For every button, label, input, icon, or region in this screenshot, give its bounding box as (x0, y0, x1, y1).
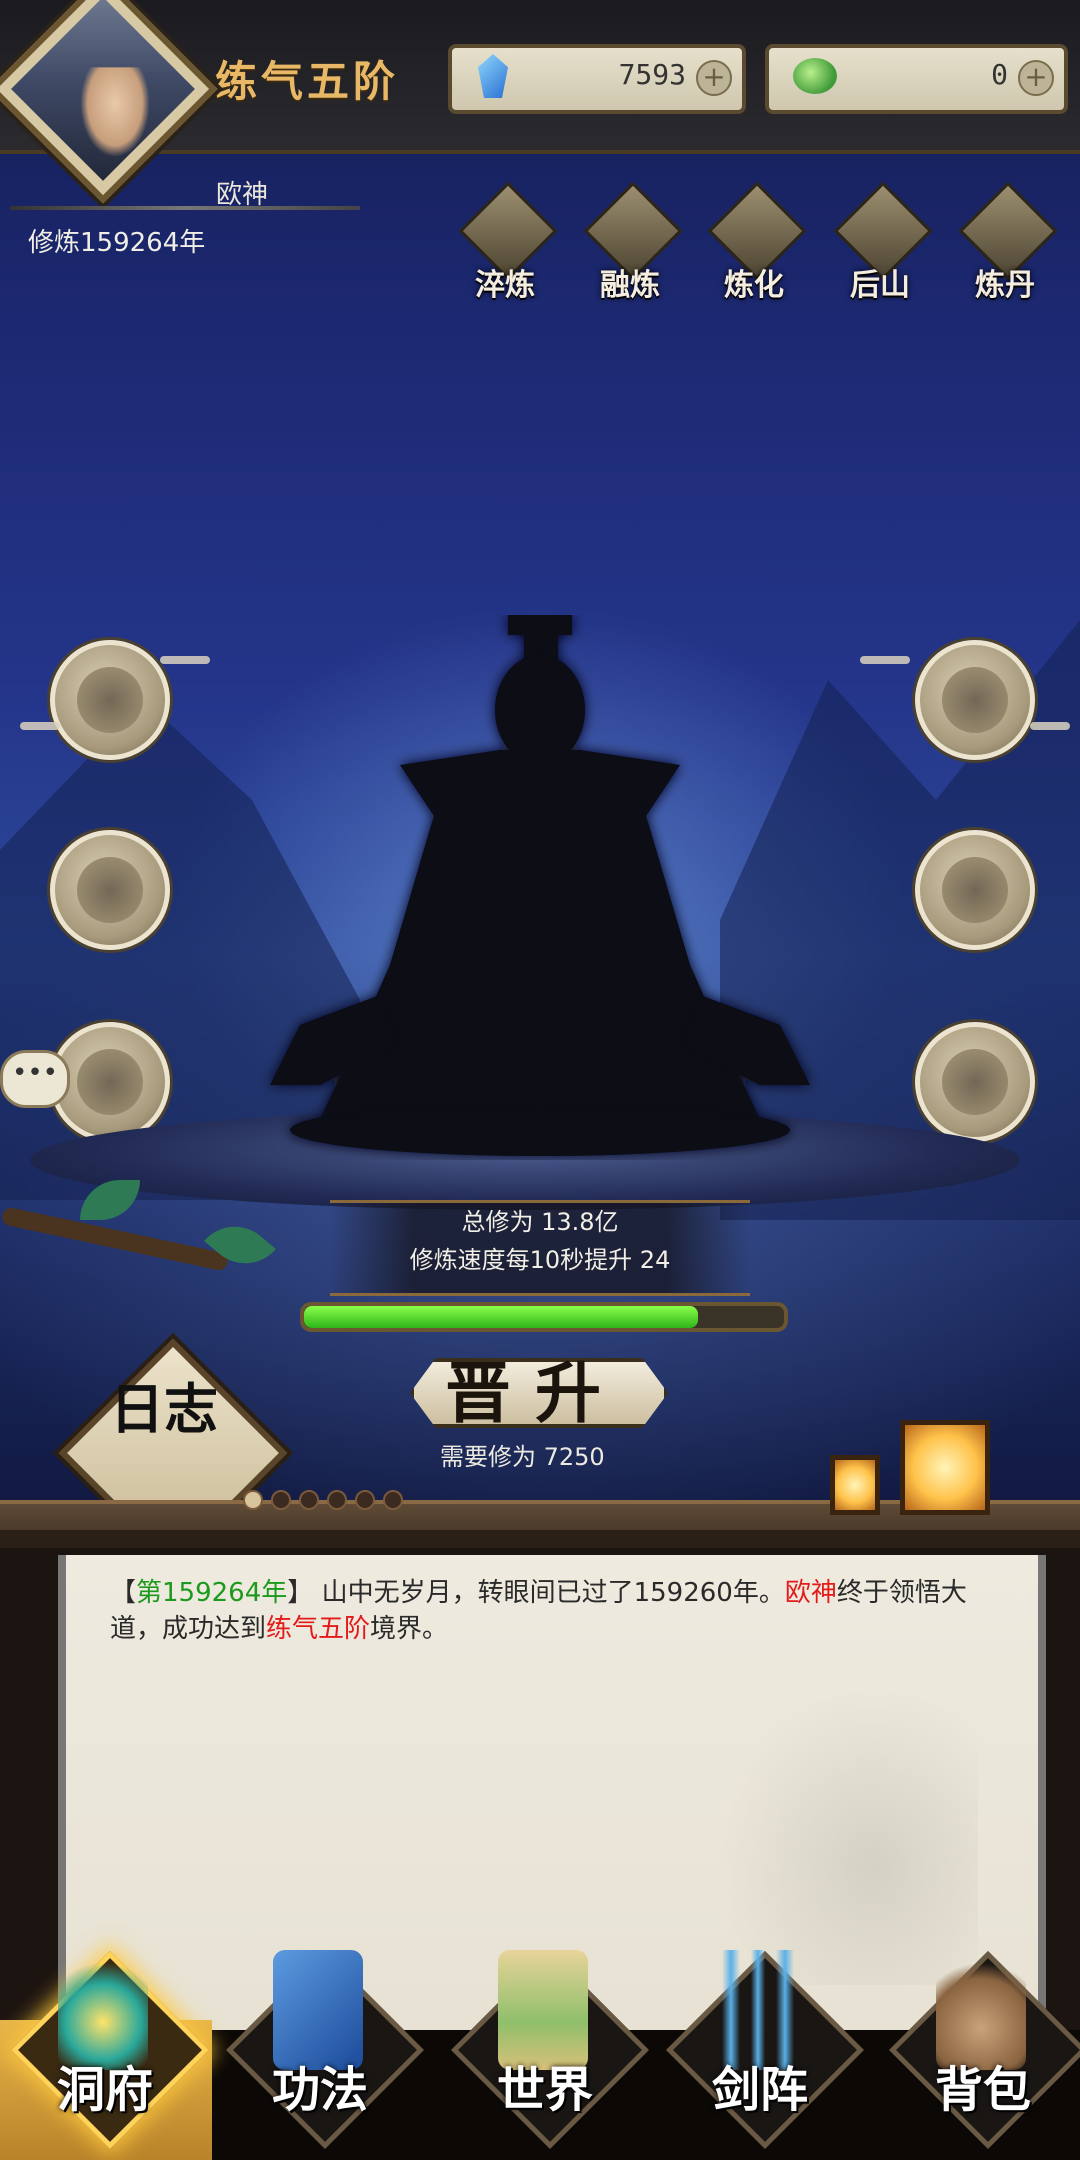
nav-item-dongfu[interactable]: 洞府 (0, 1920, 209, 2149)
nav-item-shijie[interactable]: 世界 (440, 1920, 649, 2149)
nav-item-jianzhen[interactable]: 剑阵 (655, 1920, 864, 2149)
cultivation-stats: 总修为 13.8亿 修炼速度每10秒提升 24 (330, 1200, 750, 1296)
nav-item-gongfa[interactable]: 功法 (215, 1920, 424, 2149)
equip-slot-right-1[interactable] (915, 640, 1035, 760)
equip-slot-left-1[interactable] (50, 640, 170, 760)
feature-button-cuilian[interactable]: 淬炼 (455, 181, 558, 303)
page-dot (327, 1490, 347, 1510)
feature-label: 后山 (850, 268, 910, 303)
feature-label: 融炼 (600, 268, 660, 303)
spirit-stone-icon (478, 54, 508, 98)
total-cultivation: 总修为 13.8亿 (461, 1208, 619, 1236)
page-dot (243, 1490, 263, 1510)
swirl-icon (77, 1049, 143, 1115)
spirit-stone-counter: 7593 + (448, 44, 746, 114)
page-dot (299, 1490, 319, 1510)
spirit-stone-value: 7593 (618, 58, 686, 91)
feature-button-ronglian[interactable]: 融炼 (580, 181, 683, 303)
add-jade-button[interactable]: + (1018, 60, 1054, 96)
feature-button-liandan[interactable]: 炼丹 (955, 181, 1058, 303)
promote-label: 晋升 (445, 1354, 625, 1432)
page-dot (383, 1490, 403, 1510)
nav-label: 剑阵 (711, 2062, 808, 2118)
cultivation-years: 修炼159264年 (28, 228, 206, 258)
feature-button-lianhua[interactable]: 炼化 (704, 181, 807, 303)
nav-label: 背包 (934, 2062, 1031, 2118)
feature-button-houshan[interactable]: 后山 (830, 181, 933, 303)
name-divider (10, 206, 360, 210)
progress-fill (304, 1306, 698, 1328)
equip-slot-right-3[interactable] (915, 1022, 1035, 1142)
nav-label: 洞府 (56, 2062, 153, 2118)
cloud-decoration (160, 656, 210, 664)
swirl-icon (942, 1049, 1008, 1115)
equip-slot-left-2[interactable] (50, 830, 170, 950)
armor-icon (77, 857, 143, 923)
nav-label: 功法 (271, 2062, 368, 2118)
equip-slot-right-2[interactable] (915, 830, 1035, 950)
jade-counter: 0 + (765, 44, 1068, 114)
belt-icon (942, 857, 1008, 923)
nav-item-beibao[interactable]: 背包 (878, 1920, 1080, 2149)
cloud-decoration (20, 722, 60, 730)
log-button-label: 日志 (110, 1377, 218, 1441)
log-player-name: 欧神 (784, 1578, 837, 1608)
player-info: 欧神 修炼159264年 (0, 160, 370, 260)
realm-title: 练气五阶 (215, 57, 400, 106)
promote-button[interactable]: 晋升 (400, 1340, 670, 1440)
feature-label: 淬炼 (475, 268, 535, 303)
log-entry: 【第159264年】 山中无岁月，转眼间已过了159260年。欧神终于领悟大道，… (110, 1578, 967, 1644)
cloud-decoration (860, 656, 910, 664)
jade-icon (793, 58, 837, 94)
player-name: 欧神 (216, 180, 269, 210)
page-indicator (243, 1490, 411, 1514)
add-spirit-stone-button[interactable]: + (696, 60, 732, 96)
lantern-large (900, 1420, 990, 1515)
boots-icon (942, 667, 1008, 733)
helmet-icon (77, 667, 143, 733)
feature-label: 炼丹 (975, 268, 1035, 303)
promote-requirement: 需要修为 7250 (440, 1443, 605, 1471)
bottom-nav: 洞府 功法 世界 剑阵 背包 (0, 1900, 1080, 2160)
cultivation-progress-bar (300, 1302, 788, 1332)
page-dot (355, 1490, 375, 1510)
page-dot (271, 1490, 291, 1510)
feature-label: 炼化 (724, 268, 784, 303)
lantern-small (830, 1455, 880, 1515)
nav-label: 世界 (496, 2062, 593, 2118)
chat-button[interactable]: ••• (0, 1050, 70, 1108)
character-silhouette (270, 615, 810, 1156)
jade-value: 0 (991, 58, 1008, 91)
log-realm: 练气五阶 (266, 1614, 371, 1644)
cultivation-speed: 修炼速度每10秒提升 24 (409, 1246, 671, 1274)
cloud-decoration (1030, 722, 1070, 730)
log-year: 第159264年 (136, 1578, 288, 1608)
avatar-face (80, 67, 151, 158)
